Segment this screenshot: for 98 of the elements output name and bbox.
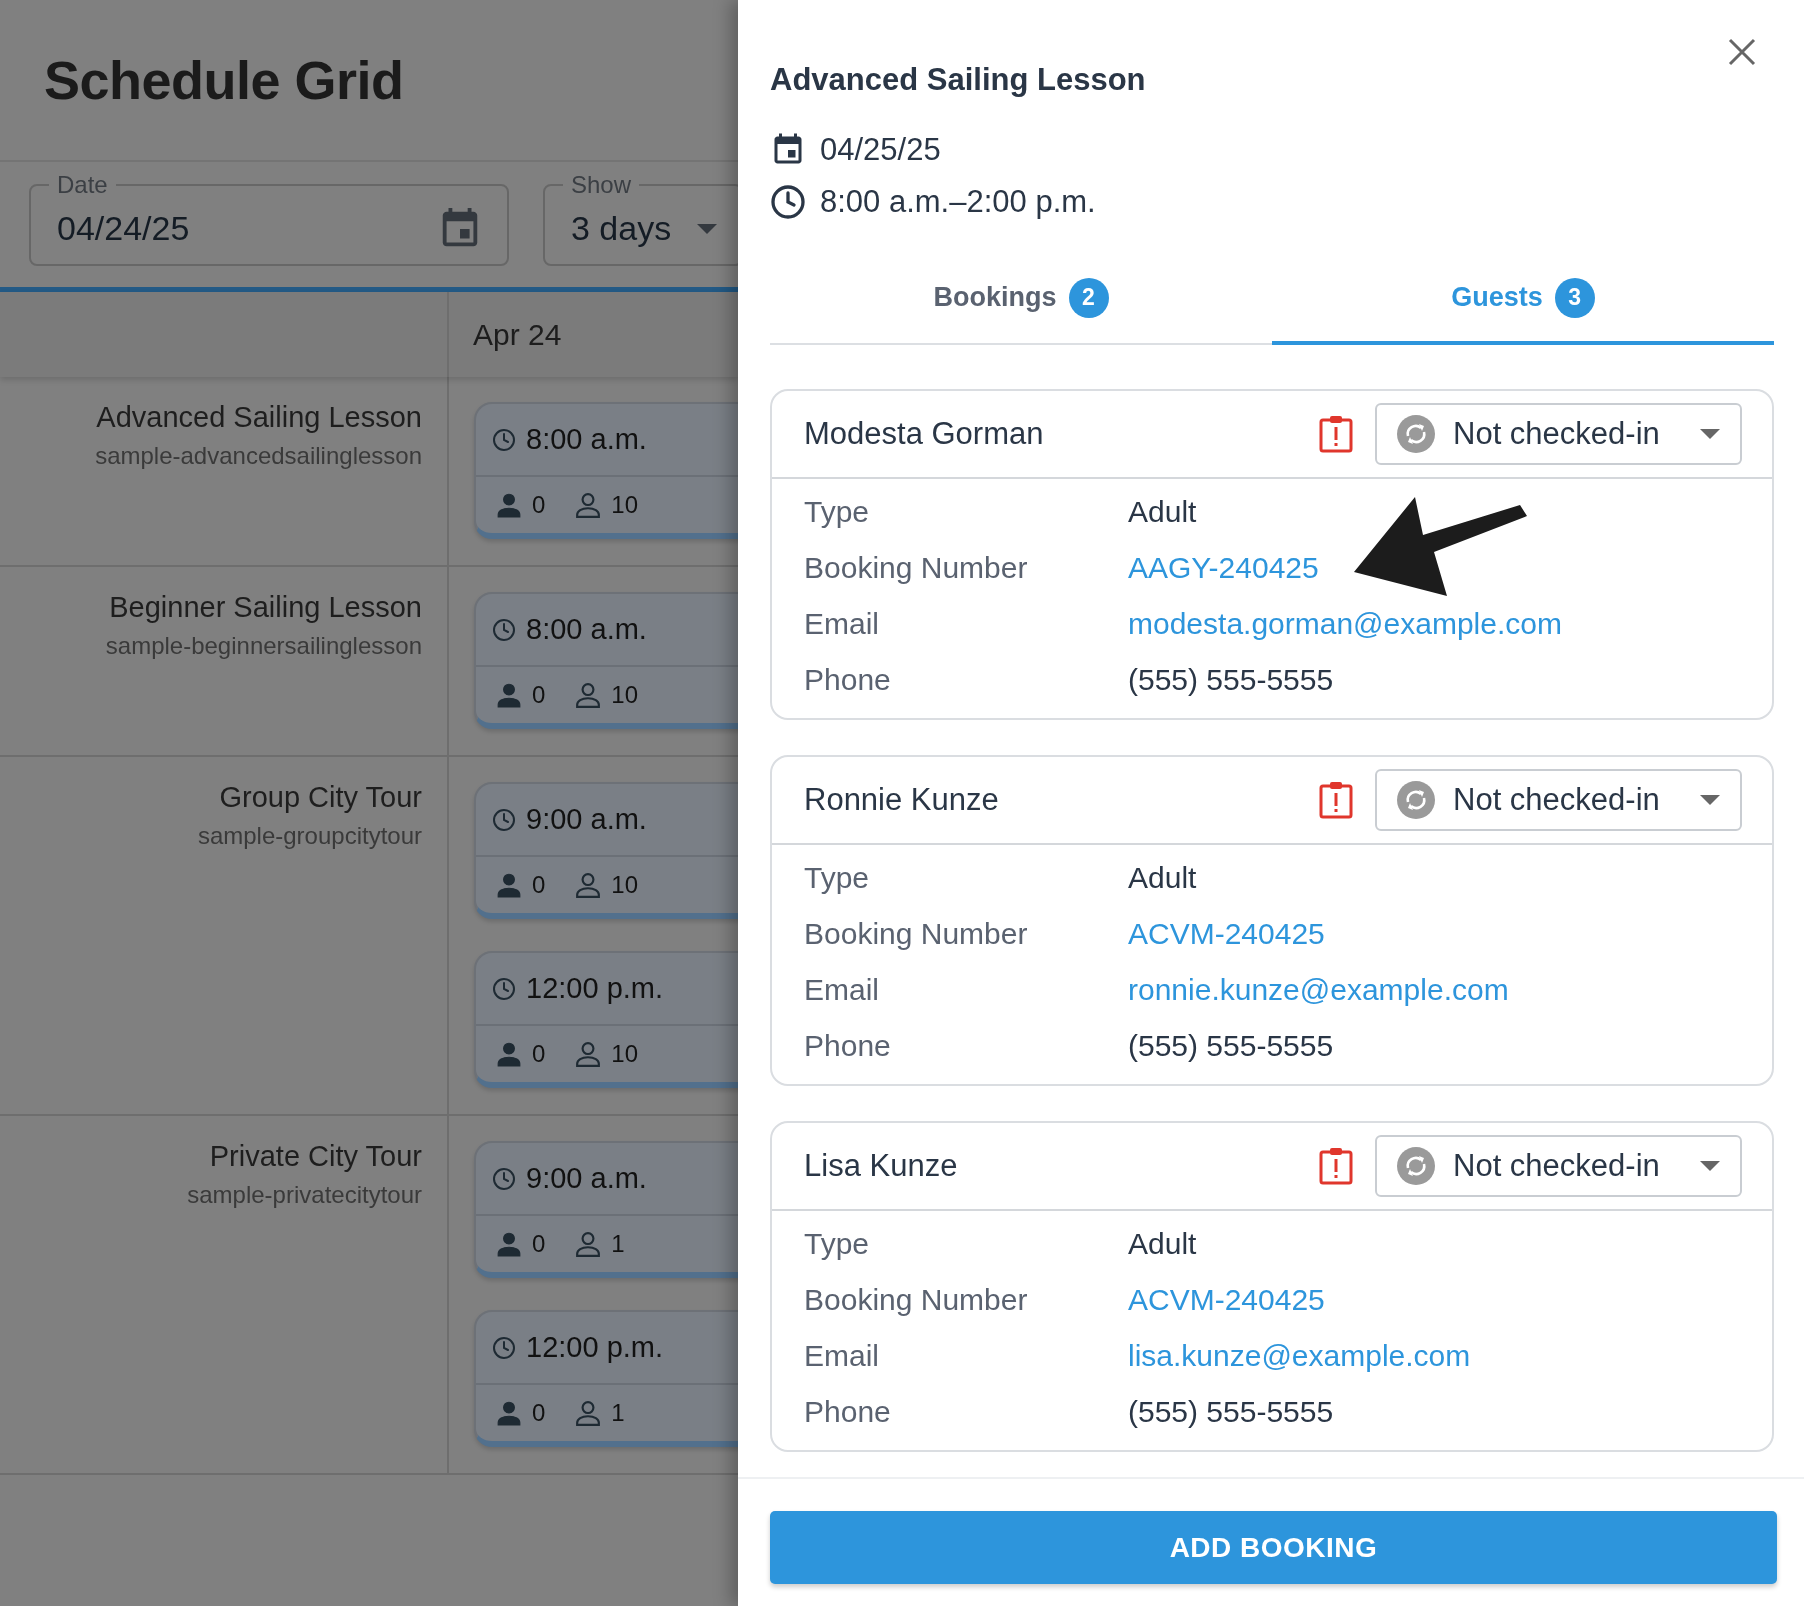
field-label: Phone: [804, 1395, 892, 1429]
field-value: Adult: [1128, 861, 1197, 895]
guest-name: Ronnie Kunze: [804, 782, 1000, 818]
time-slot-card[interactable]: 9:00 a.m. 0 10: [474, 782, 738, 919]
capacity-count: 10: [611, 491, 639, 519]
field-label: Booking Number: [804, 917, 1029, 951]
slot-time: 8:00 a.m.: [526, 423, 647, 456]
field-label: Booking Number: [804, 1283, 1029, 1317]
field-label: Type: [804, 1227, 871, 1261]
caret-icon: [1700, 429, 1720, 439]
booked-count: 0: [532, 681, 546, 709]
sync-icon: [1397, 1147, 1435, 1185]
drawer-title: Advanced Sailing Lesson: [770, 62, 1147, 98]
tour-code: sample-beginnersailinglesson: [105, 632, 422, 660]
slot-time: 8:00 a.m.: [526, 613, 647, 646]
add-booking-button[interactable]: ADD BOOKING: [770, 1511, 1777, 1584]
field-label: Phone: [804, 663, 892, 697]
capacity-count: 10: [611, 681, 639, 709]
field-label: Email: [804, 607, 880, 641]
clock-icon: [492, 1335, 516, 1360]
check-in-select[interactable]: Not checked-in: [1375, 1135, 1742, 1197]
person-outline-icon: [575, 872, 602, 898]
field-label: Type: [804, 495, 871, 529]
check-in-select[interactable]: Not checked-in: [1375, 769, 1742, 831]
slot-time: 12:00 p.m.: [526, 972, 664, 1005]
field-value: (555) 555-5555: [1128, 663, 1334, 697]
time-slot-card[interactable]: 12:00 p.m. 0 10: [474, 951, 738, 1088]
time-slot-card[interactable]: 8:00 a.m. 0 10: [474, 402, 738, 539]
tour-code: sample-groupcitytour: [197, 822, 422, 850]
booked-count: 0: [532, 1230, 546, 1258]
field-link[interactable]: ACVM-240425: [1128, 917, 1325, 951]
sync-icon: [1397, 781, 1435, 819]
event-time: 8:00 a.m.–2:00 p.m.: [820, 184, 1096, 220]
person-icon: [496, 682, 522, 708]
field-value: Adult: [1128, 495, 1197, 529]
slot-time: 12:00 p.m.: [526, 1331, 664, 1364]
time-slot-card[interactable]: 8:00 a.m. 0 10: [474, 592, 738, 729]
caret-icon: [1700, 795, 1720, 805]
tour-name: Group City Tour: [219, 781, 422, 814]
caret-icon: [1700, 1161, 1720, 1171]
guest-name: Lisa Kunze: [804, 1148, 959, 1184]
capacity-count: 1: [611, 1230, 625, 1258]
field-label: Booking Number: [804, 551, 1029, 585]
field-value: Adult: [1128, 1227, 1197, 1261]
check-in-select[interactable]: Not checked-in: [1375, 403, 1742, 465]
guest-name: Modesta Gorman: [804, 416, 1045, 452]
field-link[interactable]: modesta.gorman@example.com: [1128, 607, 1562, 641]
clock-icon: [492, 976, 516, 1001]
field-value: (555) 555-5555: [1128, 1029, 1334, 1063]
count-badge: 2: [1068, 277, 1109, 318]
field-link[interactable]: ronnie.kunze@example.com: [1128, 973, 1509, 1007]
person-outline-icon: [575, 1041, 602, 1067]
person-outline-icon: [575, 682, 602, 708]
field-label: Email: [804, 973, 880, 1007]
time-slot-card[interactable]: 12:00 p.m. 0 1: [474, 1310, 738, 1447]
person-outline-icon: [575, 492, 602, 518]
person-icon: [496, 492, 522, 518]
slot-time: 9:00 a.m.: [526, 803, 647, 836]
count-badge: 3: [1554, 277, 1595, 318]
person-outline-icon: [575, 1231, 602, 1257]
booked-count: 0: [532, 491, 546, 519]
tour-name: Advanced Sailing Lesson: [96, 401, 422, 434]
field-link[interactable]: AAGY-240425: [1128, 551, 1319, 585]
event-date: 04/25/25: [820, 132, 941, 168]
clock-icon: [770, 184, 806, 220]
caret-icon: [697, 223, 717, 234]
field-label: Type: [804, 861, 871, 895]
tab[interactable]: Guests 3: [1272, 254, 1774, 345]
tour-code: sample-advancedsailinglesson: [95, 442, 422, 470]
clock-icon: [492, 807, 516, 832]
booked-count: 0: [532, 871, 546, 899]
booked-count: 0: [532, 1040, 546, 1068]
person-icon: [496, 1231, 522, 1257]
day-header: Apr 24: [472, 317, 562, 353]
field-label: Email: [804, 1339, 880, 1373]
time-slot-card[interactable]: 9:00 a.m. 0 1: [474, 1141, 738, 1278]
clock-icon: [492, 617, 516, 642]
person-outline-icon: [575, 1400, 602, 1426]
capacity-count: 10: [611, 1040, 639, 1068]
person-icon: [496, 1400, 522, 1426]
person-icon: [496, 872, 522, 898]
booked-count: 0: [532, 1399, 546, 1427]
person-icon: [496, 1041, 522, 1067]
field-link[interactable]: ACVM-240425: [1128, 1283, 1325, 1317]
tour-name: Beginner Sailing Lesson: [109, 591, 422, 624]
field-value: (555) 555-5555: [1128, 1395, 1334, 1429]
tour-code: sample-privatecitytour: [187, 1181, 422, 1209]
field-link[interactable]: lisa.kunze@example.com: [1128, 1339, 1471, 1373]
clock-icon: [492, 427, 516, 452]
page-title: Schedule Grid: [44, 49, 404, 111]
slot-time: 9:00 a.m.: [526, 1162, 647, 1195]
tab[interactable]: Bookings 2: [770, 254, 1272, 345]
clock-icon: [492, 1166, 516, 1191]
sync-icon: [1397, 415, 1435, 453]
tour-name: Private City Tour: [209, 1140, 422, 1173]
capacity-count: 1: [611, 1399, 625, 1427]
field-label: Phone: [804, 1029, 892, 1063]
capacity-count: 10: [611, 871, 639, 899]
